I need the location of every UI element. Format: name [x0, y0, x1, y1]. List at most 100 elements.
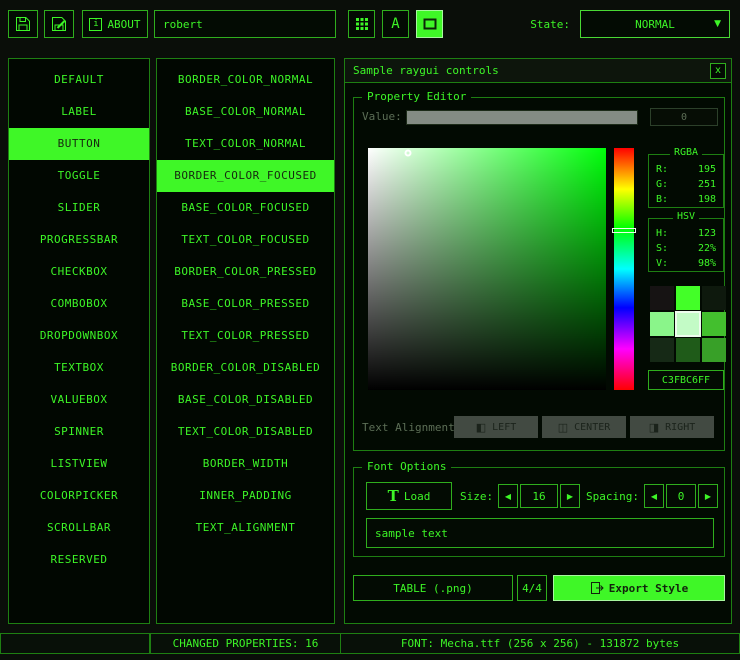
control-item-spinner[interactable]: SPINNER	[9, 416, 149, 448]
value-box[interactable]: 0	[650, 108, 718, 126]
property-item[interactable]: BASE_COLOR_NORMAL	[157, 96, 334, 128]
hsv-group: HSV H: 123 S: 22% V: 98%	[648, 218, 724, 272]
property-item-selected[interactable]: BORDER_COLOR_FOCUSED	[157, 160, 334, 192]
font-spacing-increase-button[interactable]: ▶	[698, 484, 718, 508]
font-size-decrease-button[interactable]: ◀	[498, 484, 518, 508]
status-font-info: FONT: Mecha.ttf (256 x 256) - 131872 byt…	[340, 633, 740, 654]
align-center-button[interactable]: ◫ CENTER	[542, 416, 626, 438]
s-value: 22%	[698, 242, 716, 256]
export-format-value: TABLE (.png)	[393, 582, 472, 595]
export-format-count-value: 4/4	[522, 582, 542, 595]
align-right-label: RIGHT	[665, 422, 695, 433]
color-cursor[interactable]	[405, 149, 412, 156]
rguistyler-app: i ABOUT A State: NORMAL ▼	[0, 0, 740, 660]
control-item-colorpicker[interactable]: COLORPICKER	[9, 480, 149, 512]
arrow-left-icon: ◀	[505, 492, 511, 501]
save-style-as-button[interactable]	[44, 10, 74, 38]
h-label: H:	[656, 227, 668, 241]
load-font-button[interactable]: T Load	[366, 482, 452, 510]
property-item[interactable]: BORDER_WIDTH	[157, 448, 334, 480]
control-item-checkbox[interactable]: CHECKBOX	[9, 256, 149, 288]
control-item-default[interactable]: DEFAULT	[9, 64, 149, 96]
property-item[interactable]: TEXT_COLOR_FOCUSED	[157, 224, 334, 256]
palette-swatch[interactable]	[650, 312, 674, 336]
style-color-palette	[650, 286, 726, 362]
arrow-left-icon: ◀	[651, 492, 657, 501]
align-right-button[interactable]: ◨ RIGHT	[630, 416, 714, 438]
text-view-button[interactable]: A	[382, 10, 409, 38]
v-label: V:	[656, 257, 668, 271]
font-size-increase-button[interactable]: ▶	[560, 484, 580, 508]
floppy-disk-icon	[15, 16, 31, 32]
grid-icon	[355, 17, 369, 31]
export-style-button[interactable]: Export Style	[553, 575, 725, 601]
style-name-input[interactable]	[154, 10, 336, 38]
font-spacing-decrease-button[interactable]: ◀	[644, 484, 664, 508]
hsv-group-label: HSV	[673, 211, 699, 222]
property-item[interactable]: TEXT_COLOR_PRESSED	[157, 320, 334, 352]
control-item-scrollbar[interactable]: SCROLLBAR	[9, 512, 149, 544]
property-item[interactable]: BASE_COLOR_PRESSED	[157, 288, 334, 320]
state-dropdown-value: NORMAL	[635, 18, 675, 31]
property-item[interactable]: INNER_PADDING	[157, 480, 334, 512]
value-label: Value:	[362, 106, 402, 126]
font-spacing-label: Spacing:	[586, 482, 639, 510]
control-item-valuebox[interactable]: VALUEBOX	[9, 384, 149, 416]
control-item-listview[interactable]: LISTVIEW	[9, 448, 149, 480]
palette-swatch[interactable]	[650, 338, 674, 362]
palette-swatch[interactable]	[702, 286, 726, 310]
font-size-value[interactable]: 16	[520, 484, 558, 508]
control-item-slider[interactable]: SLIDER	[9, 192, 149, 224]
about-button[interactable]: i ABOUT	[82, 10, 148, 38]
rgba-row-g: G: 251	[656, 178, 716, 192]
control-item-button[interactable]: BUTTON	[9, 128, 149, 160]
export-format-dropdown[interactable]: TABLE (.png)	[353, 575, 513, 601]
property-item[interactable]: TEXT_ALIGNMENT	[157, 512, 334, 544]
state-dropdown[interactable]: NORMAL ▼	[580, 10, 730, 38]
state-label: State:	[470, 10, 570, 38]
property-item[interactable]: BASE_COLOR_FOCUSED	[157, 192, 334, 224]
sample-text-input[interactable]	[366, 518, 714, 548]
control-item-reserved[interactable]: RESERVED	[9, 544, 149, 576]
property-item[interactable]: TEXT_COLOR_NORMAL	[157, 128, 334, 160]
property-item[interactable]: BORDER_COLOR_DISABLED	[157, 352, 334, 384]
letter-a-icon: A	[391, 16, 399, 32]
control-item-toggle[interactable]: TOGGLE	[9, 160, 149, 192]
palette-swatch[interactable]	[702, 312, 726, 336]
control-item-combobox[interactable]: COMBOBOX	[9, 288, 149, 320]
about-button-label: ABOUT	[107, 18, 140, 31]
load-font-label: Load	[404, 490, 431, 503]
palette-swatch[interactable]	[676, 338, 700, 362]
control-item-progressbar[interactable]: PROGRESSBAR	[9, 224, 149, 256]
property-item[interactable]: BORDER_COLOR_PRESSED	[157, 256, 334, 288]
palette-swatch[interactable]	[676, 286, 700, 310]
align-left-button[interactable]: ◧ LEFT	[454, 416, 538, 438]
hue-bar[interactable]	[614, 148, 634, 390]
font-size-label: Size:	[460, 482, 493, 510]
h-value: 123	[698, 227, 716, 241]
property-item[interactable]: BORDER_COLOR_NORMAL	[157, 64, 334, 96]
font-options-group: Font Options T Load Size: ◀ 16 ▶ Spacing…	[353, 467, 725, 557]
color-saturation-value-area[interactable]	[368, 148, 606, 390]
hue-cursor[interactable]	[612, 228, 636, 233]
b-value: 198	[698, 193, 716, 207]
table-view-button[interactable]	[416, 10, 443, 38]
property-item[interactable]: TEXT_COLOR_DISABLED	[157, 416, 334, 448]
info-icon: i	[89, 18, 102, 31]
font-t-icon: T	[388, 489, 399, 504]
close-window-button[interactable]: x	[710, 63, 726, 79]
rgba-row-r: R: 195	[656, 163, 716, 177]
control-item-label[interactable]: LABEL	[9, 96, 149, 128]
save-style-button[interactable]	[8, 10, 38, 38]
palette-swatch[interactable]	[702, 338, 726, 362]
hex-value-box[interactable]: C3FBC6FF	[648, 370, 724, 390]
control-item-dropdownbox[interactable]: DROPDOWNBOX	[9, 320, 149, 352]
grid-view-button[interactable]	[348, 10, 375, 38]
palette-swatch-selected[interactable]	[676, 312, 700, 336]
font-spacing-value[interactable]: 0	[666, 484, 696, 508]
property-item[interactable]: BASE_COLOR_DISABLED	[157, 384, 334, 416]
palette-swatch[interactable]	[650, 286, 674, 310]
value-slider[interactable]	[406, 110, 638, 125]
v-value: 98%	[698, 257, 716, 271]
control-item-textbox[interactable]: TEXTBOX	[9, 352, 149, 384]
